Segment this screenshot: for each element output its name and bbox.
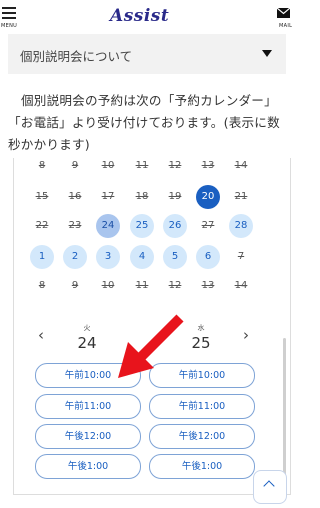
accordion-label: 個別説明会について [20, 49, 133, 64]
date-label: 24 [77, 334, 97, 352]
calendar-day: 11 [135, 160, 149, 171]
calendar-day: 8 [38, 160, 46, 171]
mail-label: MAIL [279, 23, 293, 29]
site-logo[interactable]: Assist [110, 6, 169, 26]
chevron-up-icon [263, 480, 275, 492]
calendar-day[interactable]: 26 [163, 214, 187, 238]
info-accordion[interactable]: 個別説明会について [8, 34, 286, 74]
intro-text: 個別説明会の予約は次の「予約カレンダー」「お電話」より受け付けております。(表示… [8, 93, 280, 152]
calendar-day[interactable]: 1 [30, 245, 54, 269]
calendar-day: 13 [201, 160, 215, 171]
time-slot-button[interactable]: 午前11:00 [149, 394, 255, 419]
hamburger-icon [2, 7, 16, 22]
calendar-day: 21 [234, 191, 248, 202]
mail-button[interactable]: MAIL [274, 4, 300, 30]
envelope-icon [277, 8, 290, 18]
calendar-day: 14 [234, 160, 248, 171]
time-slot-button[interactable]: 午前11:00 [35, 394, 141, 419]
calendar-day: 22 [35, 220, 49, 231]
pointer-arrow-icon [118, 314, 184, 378]
calendar-day[interactable]: 25 [130, 214, 154, 238]
time-slot-button[interactable]: 午後12:00 [149, 424, 255, 449]
next-day-button[interactable]: › [238, 326, 254, 344]
time-slot-button[interactable]: 午後1:00 [149, 454, 255, 479]
calendar-day: 7 [237, 251, 245, 262]
calendar-day[interactable]: 24 [96, 214, 120, 238]
calendar-day: 10 [101, 160, 115, 171]
calendar-day: 23 [68, 220, 82, 231]
weekday-label: 火 [83, 324, 91, 332]
calendar-day: 19 [168, 191, 182, 202]
menu-label: MENU [1, 23, 18, 29]
calendar-day: 20 [196, 185, 220, 209]
calendar-day: 18 [135, 191, 149, 202]
calendar-day: 17 [101, 191, 115, 202]
time-slot-button[interactable]: 午後12:00 [35, 424, 141, 449]
prev-day-button[interactable]: ‹ [33, 326, 49, 344]
calendar-day[interactable]: 28 [229, 214, 253, 238]
calendar-day: 11 [135, 280, 149, 291]
calendar-day[interactable]: 4 [130, 245, 154, 269]
time-slot-button[interactable]: 午後1:00 [35, 454, 141, 479]
calendar-day: 12 [168, 160, 182, 171]
caret-down-icon [262, 50, 272, 57]
calendar-day: 16 [68, 191, 82, 202]
calendar-day: 13 [201, 280, 215, 291]
calendar-day: 8 [38, 280, 46, 291]
calendar-day: 9 [71, 160, 79, 171]
calendar-day: 10 [101, 280, 115, 291]
calendar-day: 9 [71, 280, 79, 291]
calendar-day[interactable]: 5 [163, 245, 187, 269]
calendar-day: 15 [35, 191, 49, 202]
calendar-day: 12 [168, 280, 182, 291]
day-header: 火 24 [67, 323, 107, 352]
back-to-top-button[interactable] [253, 470, 287, 504]
calendar-day: 14 [234, 280, 248, 291]
calendar-day[interactable]: 2 [63, 245, 87, 269]
calendar-day[interactable]: 6 [196, 245, 220, 269]
calendar-day: 27 [201, 220, 215, 231]
calendar-day[interactable]: 3 [96, 245, 120, 269]
menu-button[interactable]: MENU [0, 4, 22, 30]
calendar-scrollbar[interactable] [283, 338, 286, 486]
